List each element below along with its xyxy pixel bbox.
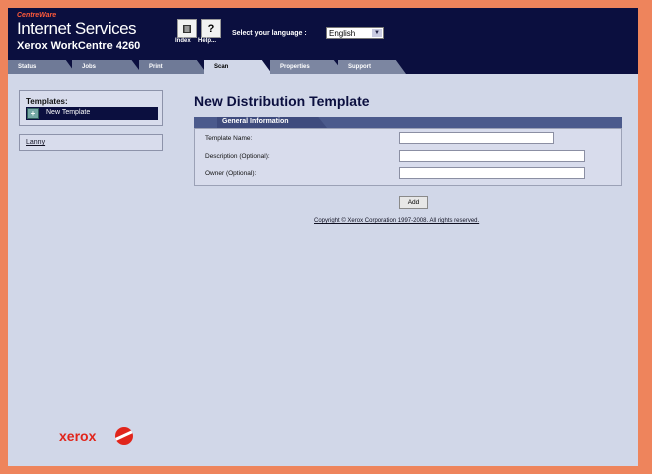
- section-header-bar: General Information: [194, 117, 622, 128]
- device-name: Xerox WorkCentre 4260: [17, 40, 141, 52]
- template-item-new[interactable]: + New Template: [26, 107, 158, 120]
- description-label: Description (Optional):: [205, 153, 270, 160]
- templates-title: Templates:: [26, 97, 68, 106]
- index-link[interactable]: Index: [175, 38, 191, 44]
- template-name-label: Template Name:: [205, 135, 253, 142]
- lanny-link[interactable]: Lanny: [26, 139, 45, 146]
- chevron-down-icon: ▼: [372, 29, 382, 37]
- user-panel: Lanny: [19, 134, 163, 151]
- help-link[interactable]: Help...: [198, 38, 216, 44]
- owner-label: Owner (Optional):: [205, 170, 257, 177]
- tab-status[interactable]: Status: [8, 60, 76, 74]
- help-icon[interactable]: ?: [201, 19, 221, 38]
- language-select-value: English: [329, 28, 356, 38]
- owner-input[interactable]: [399, 167, 585, 179]
- tab-bar: Status Jobs Print Scan Properties Suppor…: [8, 60, 638, 74]
- general-information-form: Template Name: Description (Optional): O…: [194, 128, 622, 186]
- add-template-icon: +: [27, 108, 39, 119]
- description-input[interactable]: [399, 150, 585, 162]
- xerox-logo-text: xerox: [59, 428, 97, 444]
- add-button[interactable]: Add: [399, 196, 428, 209]
- tab-scan[interactable]: Scan: [204, 60, 272, 74]
- tab-print[interactable]: Print: [139, 60, 207, 74]
- section-title: General Information: [222, 118, 289, 125]
- page-title: New Distribution Template: [194, 93, 370, 109]
- xerox-logo-icon: [115, 427, 133, 445]
- browser-page: CentreWare Internet Services Xerox WorkC…: [8, 8, 638, 466]
- tab-support[interactable]: Support: [338, 60, 406, 74]
- header-bar: CentreWare Internet Services Xerox WorkC…: [8, 8, 638, 60]
- index-icon[interactable]: [177, 19, 197, 38]
- language-select[interactable]: English ▼: [326, 27, 384, 39]
- copyright-link[interactable]: Copyright © Xerox Corporation 1997-2008.…: [314, 218, 479, 224]
- brand-title: Internet Services: [17, 19, 137, 38]
- template-item-label: New Template: [46, 109, 91, 116]
- tab-jobs[interactable]: Jobs: [72, 60, 142, 74]
- template-name-input[interactable]: [399, 132, 554, 144]
- tab-properties[interactable]: Properties: [270, 60, 345, 74]
- language-label: Select your language :: [232, 30, 307, 37]
- brand-centreware: CentreWare: [17, 12, 57, 19]
- templates-panel: Templates: + New Template: [19, 90, 163, 126]
